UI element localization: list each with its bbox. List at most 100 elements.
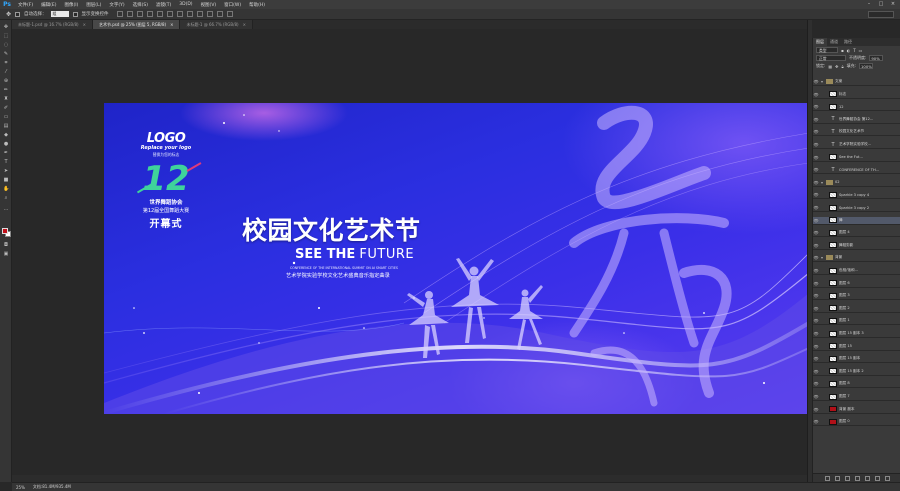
layer-row[interactable]: 👁︎ 图层 15 副本 xyxy=(813,355,900,364)
layer-row[interactable]: 👁︎ Sparkle 3 copy 2 xyxy=(813,204,900,212)
move-tool-icon[interactable]: ✥ xyxy=(6,11,11,18)
horizontal-scrollbar[interactable] xyxy=(12,475,807,482)
visibility-eye-icon[interactable]: 👁︎ xyxy=(813,281,819,286)
close-tab-icon[interactable]: × xyxy=(83,22,86,27)
lock-position-icon[interactable]: ✥ xyxy=(835,64,838,69)
zoom-level[interactable]: 25% xyxy=(16,485,25,490)
layer-row[interactable]: 👁︎ 图层 0 xyxy=(813,418,900,427)
minimize-icon[interactable]: – xyxy=(866,1,872,7)
visibility-eye-icon[interactable]: 👁︎ xyxy=(813,293,819,298)
visibility-eye-icon[interactable]: 👁︎ xyxy=(813,394,819,399)
opacity-input[interactable]: 90% xyxy=(869,55,884,61)
layer-row[interactable]: 👁︎ 色相/饱和... xyxy=(813,267,900,275)
menu-item[interactable]: 滤镜(T) xyxy=(152,2,175,8)
history-brush-icon[interactable]: ✐ xyxy=(3,105,9,111)
screen-mode-icon[interactable]: ▣ xyxy=(3,251,9,257)
panel-tab[interactable]: 通道 xyxy=(827,38,841,46)
align-right-icon[interactable] xyxy=(166,11,173,17)
layer-row[interactable]: 👁︎ T 艺术学院实验学校... xyxy=(813,141,900,149)
panel-tab[interactable]: 图层 xyxy=(813,38,827,46)
layer-row[interactable]: 👁︎ 标志 xyxy=(813,91,900,99)
layer-row[interactable]: 👁︎ 图层 15 副本 2 xyxy=(813,368,900,376)
layer-group[interactable]: 👁︎ ▾ 背景 xyxy=(813,254,900,263)
visibility-eye-icon[interactable]: 👁︎ xyxy=(813,356,819,361)
filter-pixel-icon[interactable]: ▪ xyxy=(841,48,844,53)
type-icon[interactable]: T xyxy=(3,159,9,165)
layer-kind-filter[interactable]: 类型 xyxy=(816,47,838,53)
close-icon[interactable]: × xyxy=(890,1,896,7)
visibility-eye-icon[interactable]: 👁︎ xyxy=(813,117,819,122)
new-layer-icon[interactable] xyxy=(874,475,880,481)
panel-tab[interactable]: 路径 xyxy=(841,38,855,46)
marquee-icon[interactable]: ⬚ xyxy=(3,33,9,39)
close-tab-icon[interactable]: × xyxy=(243,22,246,27)
3d-rotate-icon[interactable] xyxy=(216,11,223,17)
visibility-eye-icon[interactable]: 👁︎ xyxy=(813,255,819,260)
layer-row[interactable]: 👁︎ 图层 15 副本 3 xyxy=(813,330,900,338)
menu-item[interactable]: 3D(D) xyxy=(175,2,196,8)
layer-row[interactable]: 👁︎ 图层 2 xyxy=(813,305,900,313)
workspace-switcher[interactable] xyxy=(868,11,894,18)
align-bottom-icon[interactable] xyxy=(136,11,143,17)
menu-item[interactable]: 帮助(H) xyxy=(245,2,269,8)
menu-item[interactable]: 图层(L) xyxy=(82,2,105,8)
document-tab[interactable]: 艺术节.psd @ 25% (图层 5, RGB/8) × xyxy=(92,20,181,29)
menu-item[interactable]: 文件(F) xyxy=(14,2,37,8)
layer-style-icon[interactable] xyxy=(834,475,840,481)
visibility-eye-icon[interactable]: 👁︎ xyxy=(813,155,819,160)
menu-item[interactable]: 窗口(W) xyxy=(220,2,245,8)
layer-row[interactable]: 👁︎ T 世界舞蹈协会 第12... xyxy=(813,116,900,124)
visibility-eye-icon[interactable]: 👁︎ xyxy=(813,167,819,172)
layer-row[interactable]: 👁︎ 图层 3 xyxy=(813,292,900,301)
pen-icon[interactable]: ✒ xyxy=(3,150,9,156)
filter-shape-icon[interactable]: ▭ xyxy=(859,48,863,53)
3d-mode-icon[interactable] xyxy=(206,11,213,17)
visibility-eye-icon[interactable]: 👁︎ xyxy=(813,230,819,235)
close-tab-icon[interactable]: × xyxy=(170,22,173,27)
path-select-icon[interactable]: ➤ xyxy=(3,168,9,174)
visibility-eye-icon[interactable]: 👁︎ xyxy=(813,331,819,336)
layer-row[interactable]: 👁︎ T 校园文化艺术节 xyxy=(813,128,900,137)
healing-icon[interactable]: ⊕ xyxy=(3,78,9,84)
align-center-icon[interactable] xyxy=(156,11,163,17)
transform-checkbox[interactable] xyxy=(72,11,78,17)
lock-pixels-icon[interactable]: ▦ xyxy=(828,64,832,69)
visibility-eye-icon[interactable]: 👁︎ xyxy=(813,92,819,97)
crop-icon[interactable]: ⌗ xyxy=(3,60,9,66)
menu-item[interactable]: 文字(Y) xyxy=(105,2,128,8)
distribute-bottom-icon[interactable] xyxy=(196,11,203,17)
maximize-icon[interactable]: □ xyxy=(878,1,884,7)
layer-row[interactable]: 👁︎ 舞 xyxy=(813,216,900,225)
canvas-area[interactable]: LOGO Replace your logo 替换为您的标志 12 世界舞蹈协会… xyxy=(12,29,809,482)
menu-item[interactable]: 视图(V) xyxy=(197,2,221,8)
poster-artboard[interactable]: LOGO Replace your logo 替换为您的标志 12 世界舞蹈协会… xyxy=(104,103,809,414)
quick-mask-icon[interactable]: ◘ xyxy=(3,242,9,248)
visibility-eye-icon[interactable]: 👁︎ xyxy=(813,381,819,386)
menu-item[interactable]: 选择(S) xyxy=(129,2,152,8)
eyedropper-icon[interactable]: ⁄ xyxy=(3,69,9,75)
blur-icon[interactable]: ◆ xyxy=(3,132,9,138)
gradient-icon[interactable]: ▤ xyxy=(3,123,9,129)
visibility-eye-icon[interactable]: 👁︎ xyxy=(813,79,819,84)
visibility-eye-icon[interactable]: 👁︎ xyxy=(813,369,819,374)
menu-item[interactable]: 图像(I) xyxy=(60,2,82,8)
brush-icon[interactable]: ✏ xyxy=(3,87,9,93)
visibility-eye-icon[interactable]: 👁︎ xyxy=(813,142,819,147)
auto-select-checkbox[interactable] xyxy=(15,11,21,17)
distribute-middle-icon[interactable] xyxy=(186,11,193,17)
layer-row[interactable]: 👁︎ 图层 4 xyxy=(813,229,900,238)
align-top-icon[interactable] xyxy=(116,11,123,17)
move-icon[interactable]: ✥ xyxy=(3,24,9,30)
layer-row[interactable]: 👁︎ 图层 1 xyxy=(813,317,900,326)
more-tools-icon[interactable]: … xyxy=(3,206,9,212)
visibility-eye-icon[interactable]: 👁︎ xyxy=(813,104,819,109)
filter-adjust-icon[interactable]: ◐ xyxy=(847,48,851,53)
layer-row[interactable]: 👁︎ 图层 15 xyxy=(813,343,900,351)
add-mask-icon[interactable] xyxy=(844,475,850,481)
blend-mode-select[interactable]: 正常 xyxy=(816,55,846,61)
visibility-eye-icon[interactable]: 👁︎ xyxy=(813,192,819,197)
layer-row[interactable]: 👁︎ 舞蹈剪影 xyxy=(813,242,900,250)
align-middle-icon[interactable] xyxy=(126,11,133,17)
stamp-icon[interactable]: ♜ xyxy=(3,96,9,102)
shape-icon[interactable]: ■ xyxy=(3,177,9,183)
